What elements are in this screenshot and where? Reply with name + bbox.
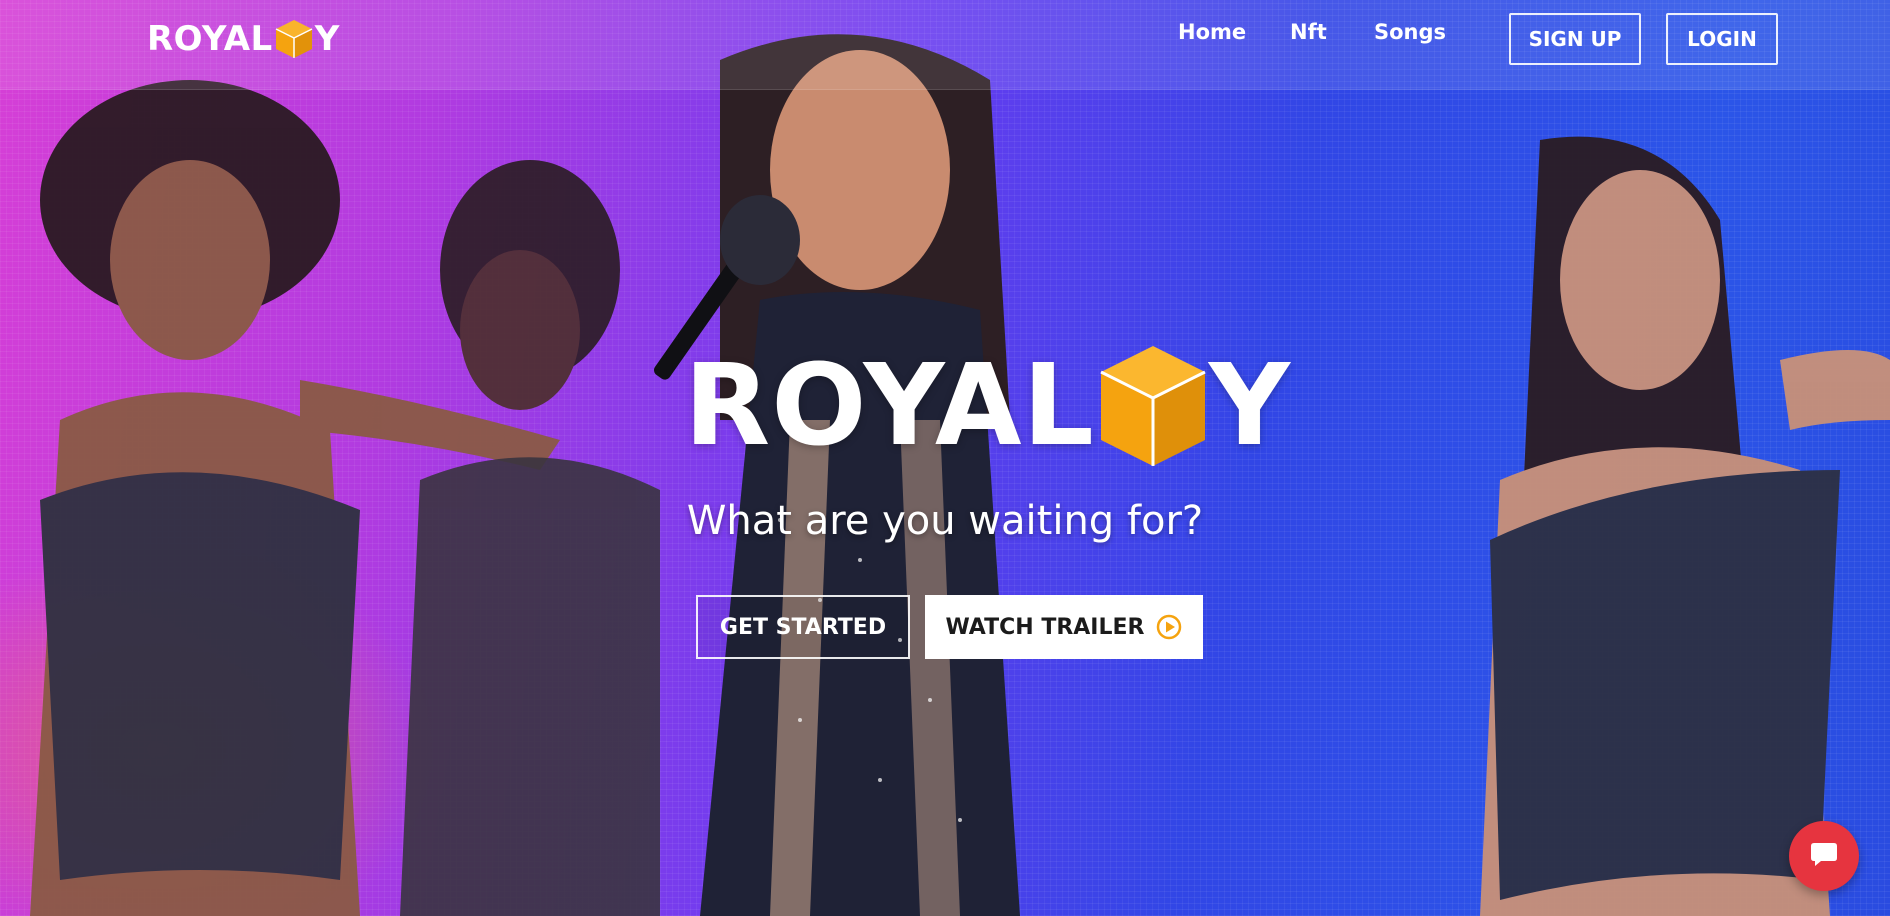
chat-button[interactable] [1789, 821, 1859, 891]
play-circle-icon [1156, 614, 1182, 640]
hero-tagline: What are you waiting for? [686, 498, 1204, 544]
hero-title: ROYAL Y [684, 342, 1291, 470]
login-button[interactable]: LOGIN [1666, 13, 1778, 65]
cube-icon [1097, 342, 1209, 470]
top-navbar: ROYAL Y Home Nft Songs SIGN UP LOGIN [0, 0, 1890, 90]
signup-button[interactable]: SIGN UP [1509, 13, 1641, 65]
chat-bubble-icon [1809, 840, 1839, 872]
brand-logo[interactable]: ROYAL Y [147, 18, 340, 60]
get-started-button[interactable]: GET STARTED [696, 595, 910, 659]
nav-songs[interactable]: Songs [1374, 20, 1446, 44]
brand-name-prefix: ROYAL [147, 19, 273, 59]
nav-nft[interactable]: Nft [1290, 20, 1327, 44]
nav-home[interactable]: Home [1178, 20, 1246, 44]
hero-title-prefix: ROYAL [684, 341, 1095, 471]
brand-name-suffix: Y [314, 19, 340, 59]
watch-trailer-button[interactable]: WATCH TRAILER [925, 595, 1203, 659]
hero-title-suffix: Y [1208, 341, 1291, 471]
watch-trailer-label: WATCH TRAILER [945, 614, 1145, 640]
hero-section: ROYAL Y Home Nft Songs SIGN UP LOGIN ROY… [0, 0, 1890, 916]
cube-icon [274, 18, 314, 60]
